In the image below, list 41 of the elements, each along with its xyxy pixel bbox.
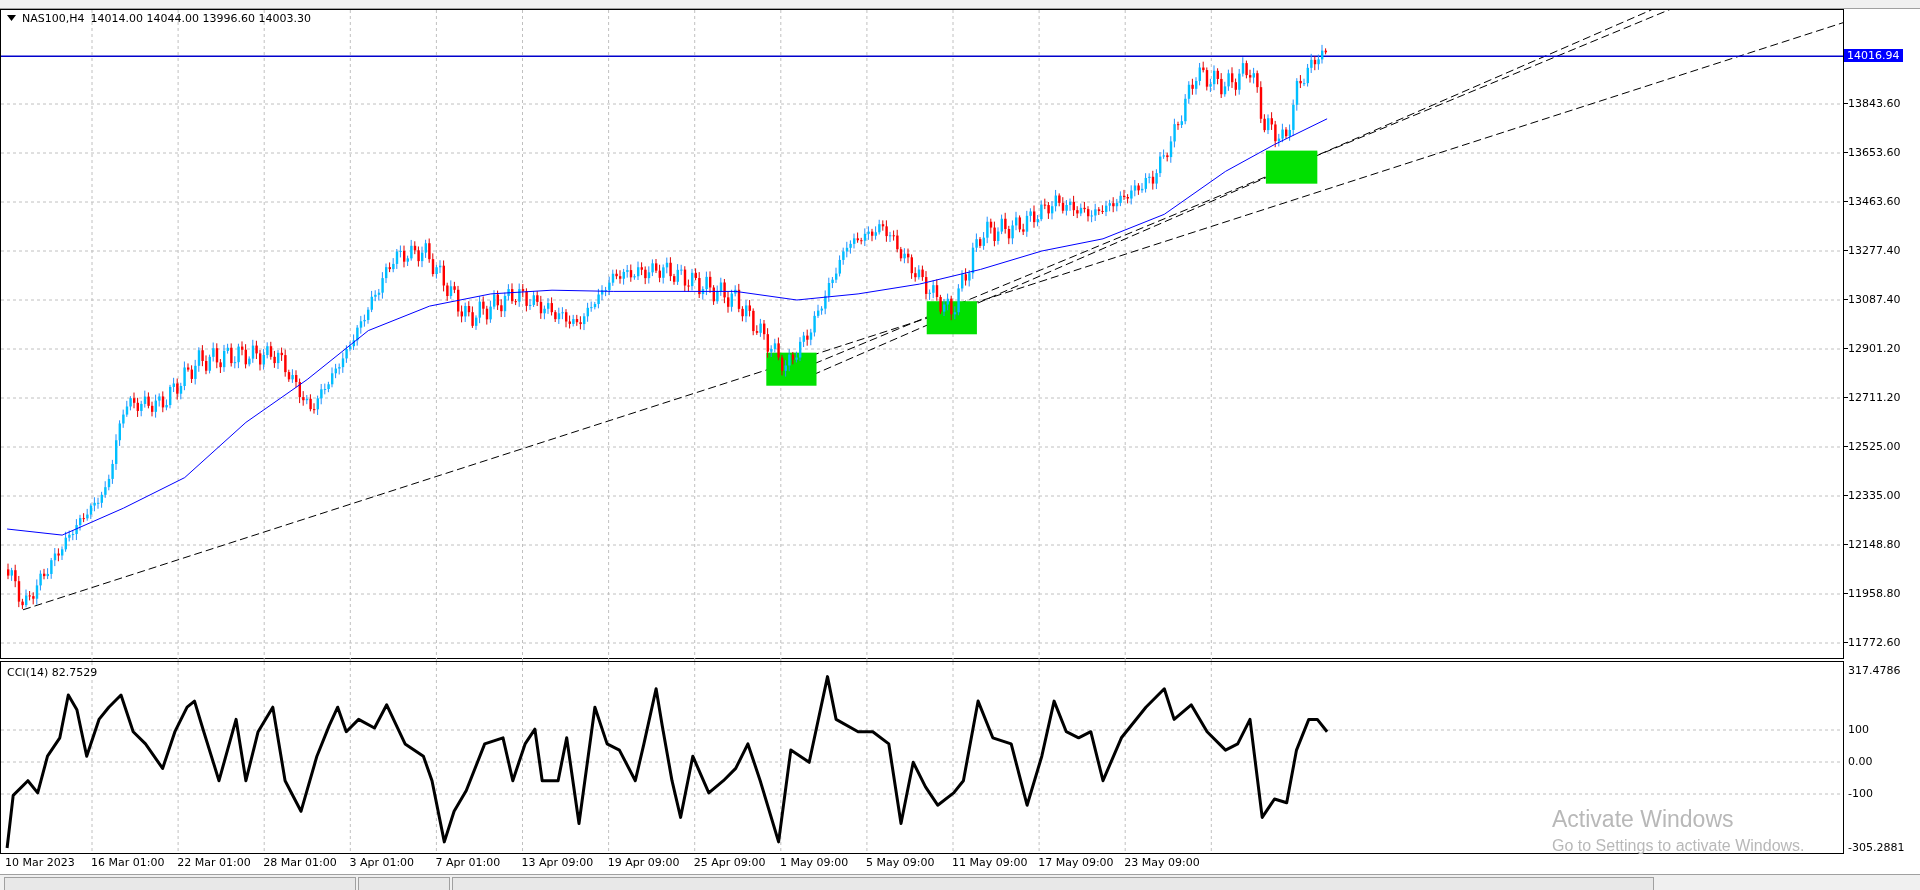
price-label: 12148.80 [1848,537,1901,551]
activation-message: Go to Settings to activate Windows. [1552,837,1805,855]
time-label: 1 May 09:00 [779,856,849,870]
price-label: 13087.40 [1848,292,1901,306]
time-label: 17 May 09:00 [1038,856,1114,870]
price-label: 12901.20 [1848,341,1901,355]
time-label: 11 May 09:00 [952,856,1028,870]
price-label: 11772.60 [1848,635,1901,649]
price-label: 12711.20 [1848,390,1901,404]
time-label: 3 Apr 01:00 [349,856,415,870]
indicator-axis-label: 0.00 [1848,754,1873,768]
symbol-label: NAS100,H4 [22,11,85,25]
price-label: 13277.40 [1848,243,1901,257]
chart-tab[interactable] [452,877,1654,890]
time-label: 19 Apr 09:00 [607,856,680,870]
price-label: 13843.60 [1848,96,1901,110]
time-label: 28 Mar 01:00 [263,856,337,870]
chart-tab[interactable] [358,877,450,890]
time-label: 13 Apr 09:00 [521,856,594,870]
price-label: 13463.60 [1848,194,1901,208]
indicator-axis-label: -305.2881 [1848,840,1905,854]
chart-tab[interactable] [4,877,356,890]
price-label: 11958.80 [1848,586,1901,600]
time-label: 25 Apr 09:00 [693,856,766,870]
time-label: 5 May 09:00 [866,856,935,870]
time-label: 22 Mar 01:00 [177,856,251,870]
indicator-axis-label: 317.4786 [1848,663,1901,677]
price-label: 12525.00 [1848,439,1901,453]
time-label: 16 Mar 01:00 [91,856,165,870]
indicator-axis-label: -100 [1848,786,1873,800]
current-price-tag: 14016.94 [1844,48,1903,62]
time-label: 10 Mar 2023 [5,856,75,870]
dropdown-triangle-icon[interactable] [7,15,16,22]
price-label: 12335.00 [1848,488,1901,502]
price-label: 13653.60 [1848,145,1901,159]
indicator-axis-label: 100 [1848,722,1869,736]
activation-title: Activate Windows [1552,806,1735,833]
time-label: 7 Apr 01:00 [435,856,501,870]
indicator-label: CCI(14) 82.7529 [7,665,98,679]
quote-values: 14014.00 14044.00 13996.60 14003.30 [90,11,311,25]
time-label: 23 May 09:00 [1124,856,1200,870]
